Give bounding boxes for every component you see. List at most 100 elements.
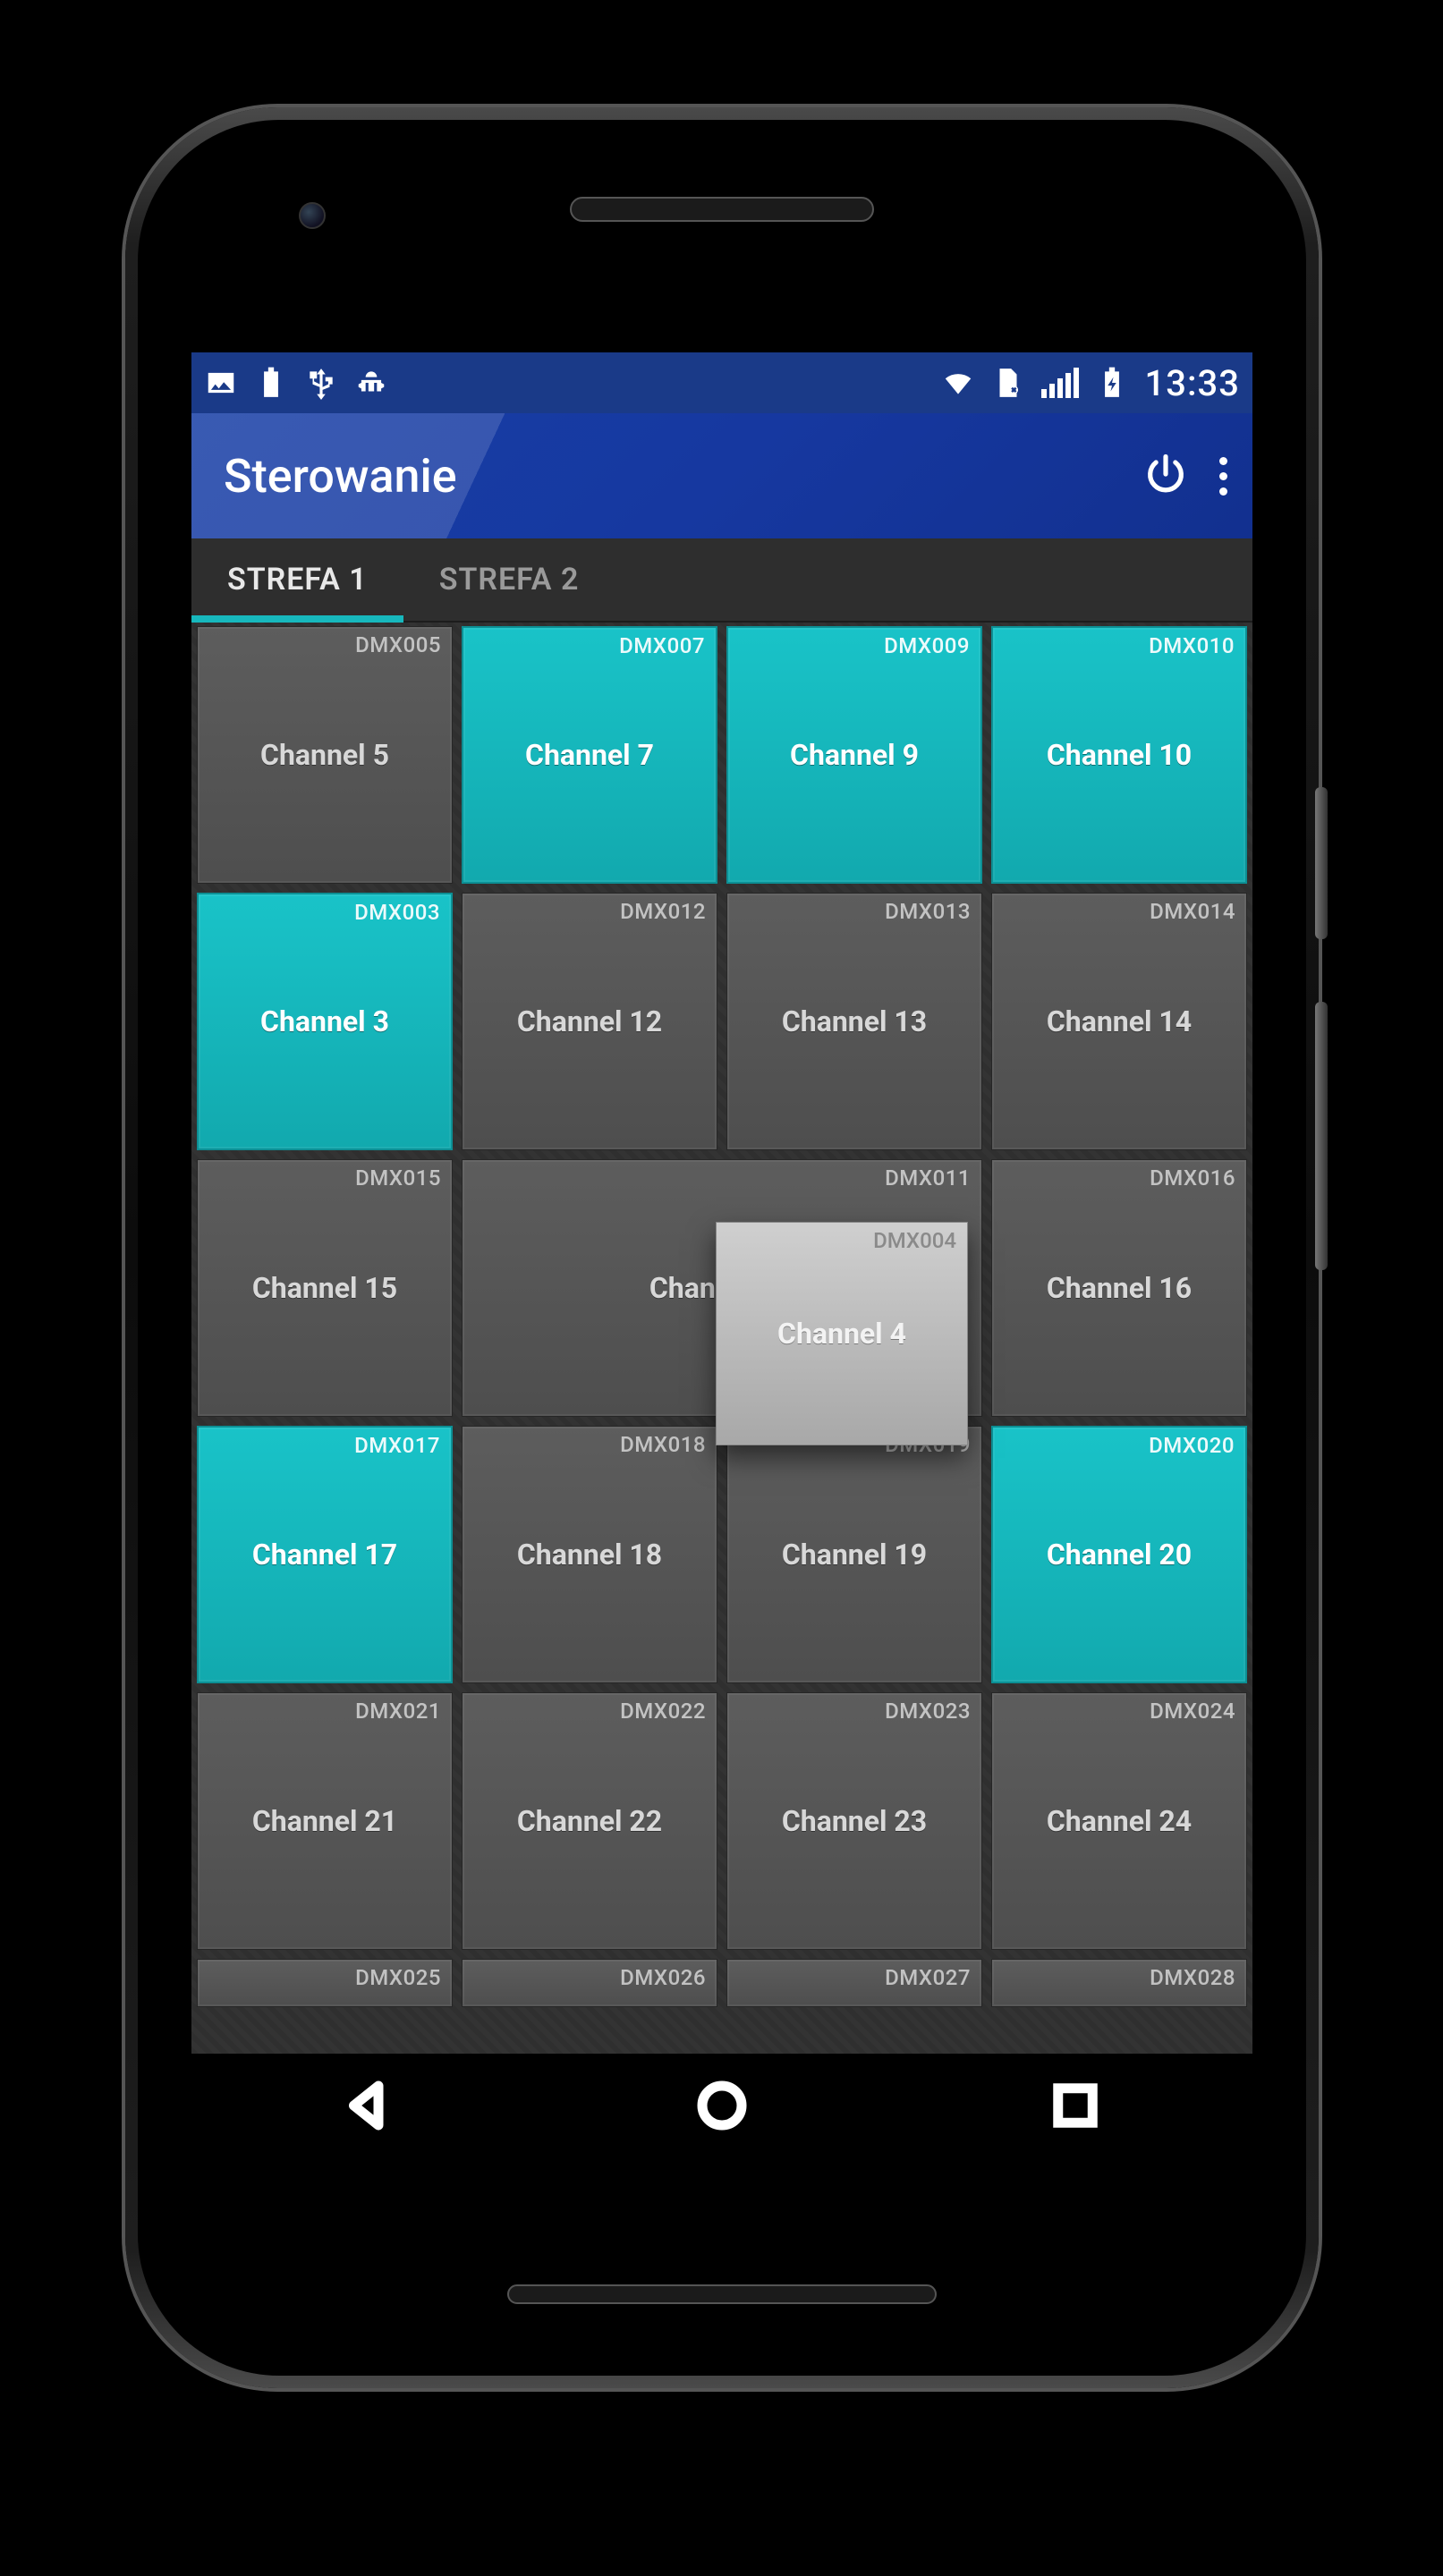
channel-tile[interactable]: DMX013 Channel 13 [726, 893, 982, 1150]
tile-channel-name: Channel 9 [790, 738, 919, 772]
dragging-channel-tile[interactable]: DMX004 Channel 4 [716, 1222, 968, 1445]
channel-tile[interactable]: DMX021 Channel 21 [197, 1692, 453, 1950]
back-icon [339, 2076, 398, 2135]
channel-tile[interactable]: DMX026 [462, 1959, 717, 2007]
tile-dmx-label: DMX015 [355, 1165, 441, 1191]
tile-channel-name: Channel 10 [1047, 738, 1192, 772]
tile-dmx-label: DMX027 [885, 1965, 971, 1990]
tile-dmx-label: DMX014 [1150, 899, 1235, 924]
tile-channel-name: Channel 24 [1047, 1804, 1192, 1838]
status-right-icons: 13:33 [941, 362, 1240, 404]
battery-charging-icon [1095, 366, 1129, 400]
tab-strefa-2[interactable]: STREFA 2 [403, 538, 615, 621]
channel-tile[interactable]: DMX015 Channel 15 [197, 1159, 453, 1417]
tile-dmx-label: DMX023 [885, 1699, 971, 1724]
stage: 13:33 Sterowanie [0, 0, 1443, 2576]
status-bar: 13:33 [191, 352, 1252, 413]
front-camera [299, 202, 326, 229]
tile-dmx-label: DMX017 [354, 1433, 440, 1458]
channel-tile[interactable]: DMX027 [726, 1959, 982, 2007]
tile-dmx-label: DMX005 [355, 632, 441, 657]
channel-tile[interactable]: DMX012 Channel 12 [462, 893, 717, 1150]
channel-tile[interactable]: DMX022Channel 22 [462, 1692, 717, 1950]
tile-channel-name: Channel 22 [517, 1804, 662, 1838]
channel-tile[interactable]: DMX025 [197, 1959, 453, 2007]
nav-recent-button[interactable] [1046, 2076, 1105, 2139]
tile-dmx-label: DMX024 [1150, 1699, 1235, 1724]
tile-channel-name: Channel 13 [782, 1004, 927, 1038]
nav-back-button[interactable] [339, 2076, 398, 2139]
home-icon [692, 2076, 751, 2135]
tile-dmx-label: DMX016 [1150, 1165, 1235, 1191]
tile-dmx-label: DMX021 [355, 1699, 441, 1724]
channel-tile[interactable]: DMX016 Channel 16 [991, 1159, 1247, 1417]
tile-dmx-label: DMX003 [354, 900, 440, 925]
screenshot-icon [204, 366, 238, 400]
tile-channel-name: Channel 18 [517, 1538, 662, 1572]
power-side-button [1315, 787, 1328, 939]
channel-tile[interactable]: DMX014 Channel 14 [991, 893, 1247, 1150]
tile-dmx-label: DMX025 [355, 1965, 441, 1990]
status-time: 13:33 [1145, 362, 1240, 404]
tile-channel-name: Channel 17 [252, 1538, 397, 1572]
channel-tile[interactable]: DMX003 Channel 3 [197, 893, 453, 1150]
phone-bezel: 13:33 Sterowanie [138, 120, 1306, 2376]
recent-icon [1046, 2076, 1105, 2135]
volume-side-button [1315, 1002, 1328, 1270]
channel-tile[interactable]: DMX023 Channel 23 [726, 1692, 982, 1950]
tile-dmx-label: DMX013 [885, 899, 971, 924]
signal-bars-icon [1041, 368, 1079, 398]
dot-icon [1219, 487, 1227, 496]
dot-icon [1219, 472, 1227, 480]
channel-tile[interactable]: DMX009 Channel 9 [726, 626, 982, 884]
channel-tile[interactable]: DMX020Channel 20 [991, 1426, 1247, 1683]
power-icon [1142, 451, 1189, 497]
tile-dmx-label: DMX028 [1150, 1965, 1235, 1990]
channel-tile[interactable]: DMX017 Channel 17 [197, 1426, 453, 1683]
tabs: STREFA 1 STREFA 2 [191, 538, 1252, 623]
channel-grid-area[interactable]: DMX005 Channel 5 DMX007Channel 7 DMX009 Chan… [191, 623, 1252, 2054]
tile-channel-name: Channel 15 [252, 1271, 397, 1305]
nav-home-button[interactable] [692, 2076, 751, 2139]
tile-channel-name: Channel 16 [1047, 1271, 1192, 1305]
action-bar-actions [1142, 451, 1227, 501]
tile-channel-name: Channel 5 [260, 738, 389, 772]
tile-dmx-label: DMX012 [620, 899, 706, 924]
channel-tile[interactable]: DMX018 Channel 18 [462, 1426, 717, 1683]
tab-strefa-1[interactable]: STREFA 1 [191, 538, 403, 621]
tile-dmx-label: DMX009 [884, 633, 970, 658]
channel-tile[interactable]: DMX028 [991, 1959, 1247, 2007]
channel-tile[interactable]: DMX019Channel 19 [726, 1426, 982, 1683]
tile-channel-name: Channel 20 [1047, 1538, 1192, 1572]
wifi-icon [941, 366, 975, 400]
dot-icon [1219, 457, 1227, 465]
tile-channel-name: Channel 19 [782, 1538, 927, 1572]
tile-channel-name: Channel 12 [517, 1004, 662, 1038]
overflow-menu-button[interactable] [1219, 457, 1227, 496]
tile-channel-name: Channel 4 [777, 1317, 906, 1351]
screen: 13:33 Sterowanie [191, 352, 1252, 2161]
tile-dmx-label: DMX011 [885, 1165, 971, 1191]
navigation-bar [191, 2054, 1252, 2161]
phone-frame: 13:33 Sterowanie [125, 107, 1319, 2388]
page-title: Sterowanie [224, 449, 457, 504]
tile-dmx-label: DMX004 [873, 1228, 956, 1253]
tile-channel-name: Channel 21 [252, 1804, 397, 1838]
battery-icon [254, 366, 288, 400]
channel-tile[interactable]: DMX005 Channel 5 [197, 626, 453, 884]
tile-dmx-label: DMX007 [619, 633, 705, 658]
channel-tile[interactable]: DMX010Channel 10 [991, 626, 1247, 884]
action-bar: Sterowanie [191, 413, 1252, 538]
channel-tile[interactable]: DMX024 Channel 24 [991, 1692, 1247, 1950]
tab-label: STREFA 2 [439, 562, 580, 597]
debug-icon [354, 366, 388, 400]
channel-tile[interactable]: DMX007Channel 7 [462, 626, 717, 884]
tile-dmx-label: DMX018 [620, 1432, 706, 1457]
tile-channel-name: Channel 3 [260, 1004, 389, 1038]
tile-channel-name: Channel 14 [1047, 1004, 1192, 1038]
tile-dmx-label: DMX026 [620, 1965, 706, 1990]
chin-speaker [507, 2284, 937, 2304]
sim-error-icon [991, 366, 1025, 400]
tile-channel-name: Channel 23 [782, 1804, 927, 1838]
power-button[interactable] [1142, 451, 1189, 501]
